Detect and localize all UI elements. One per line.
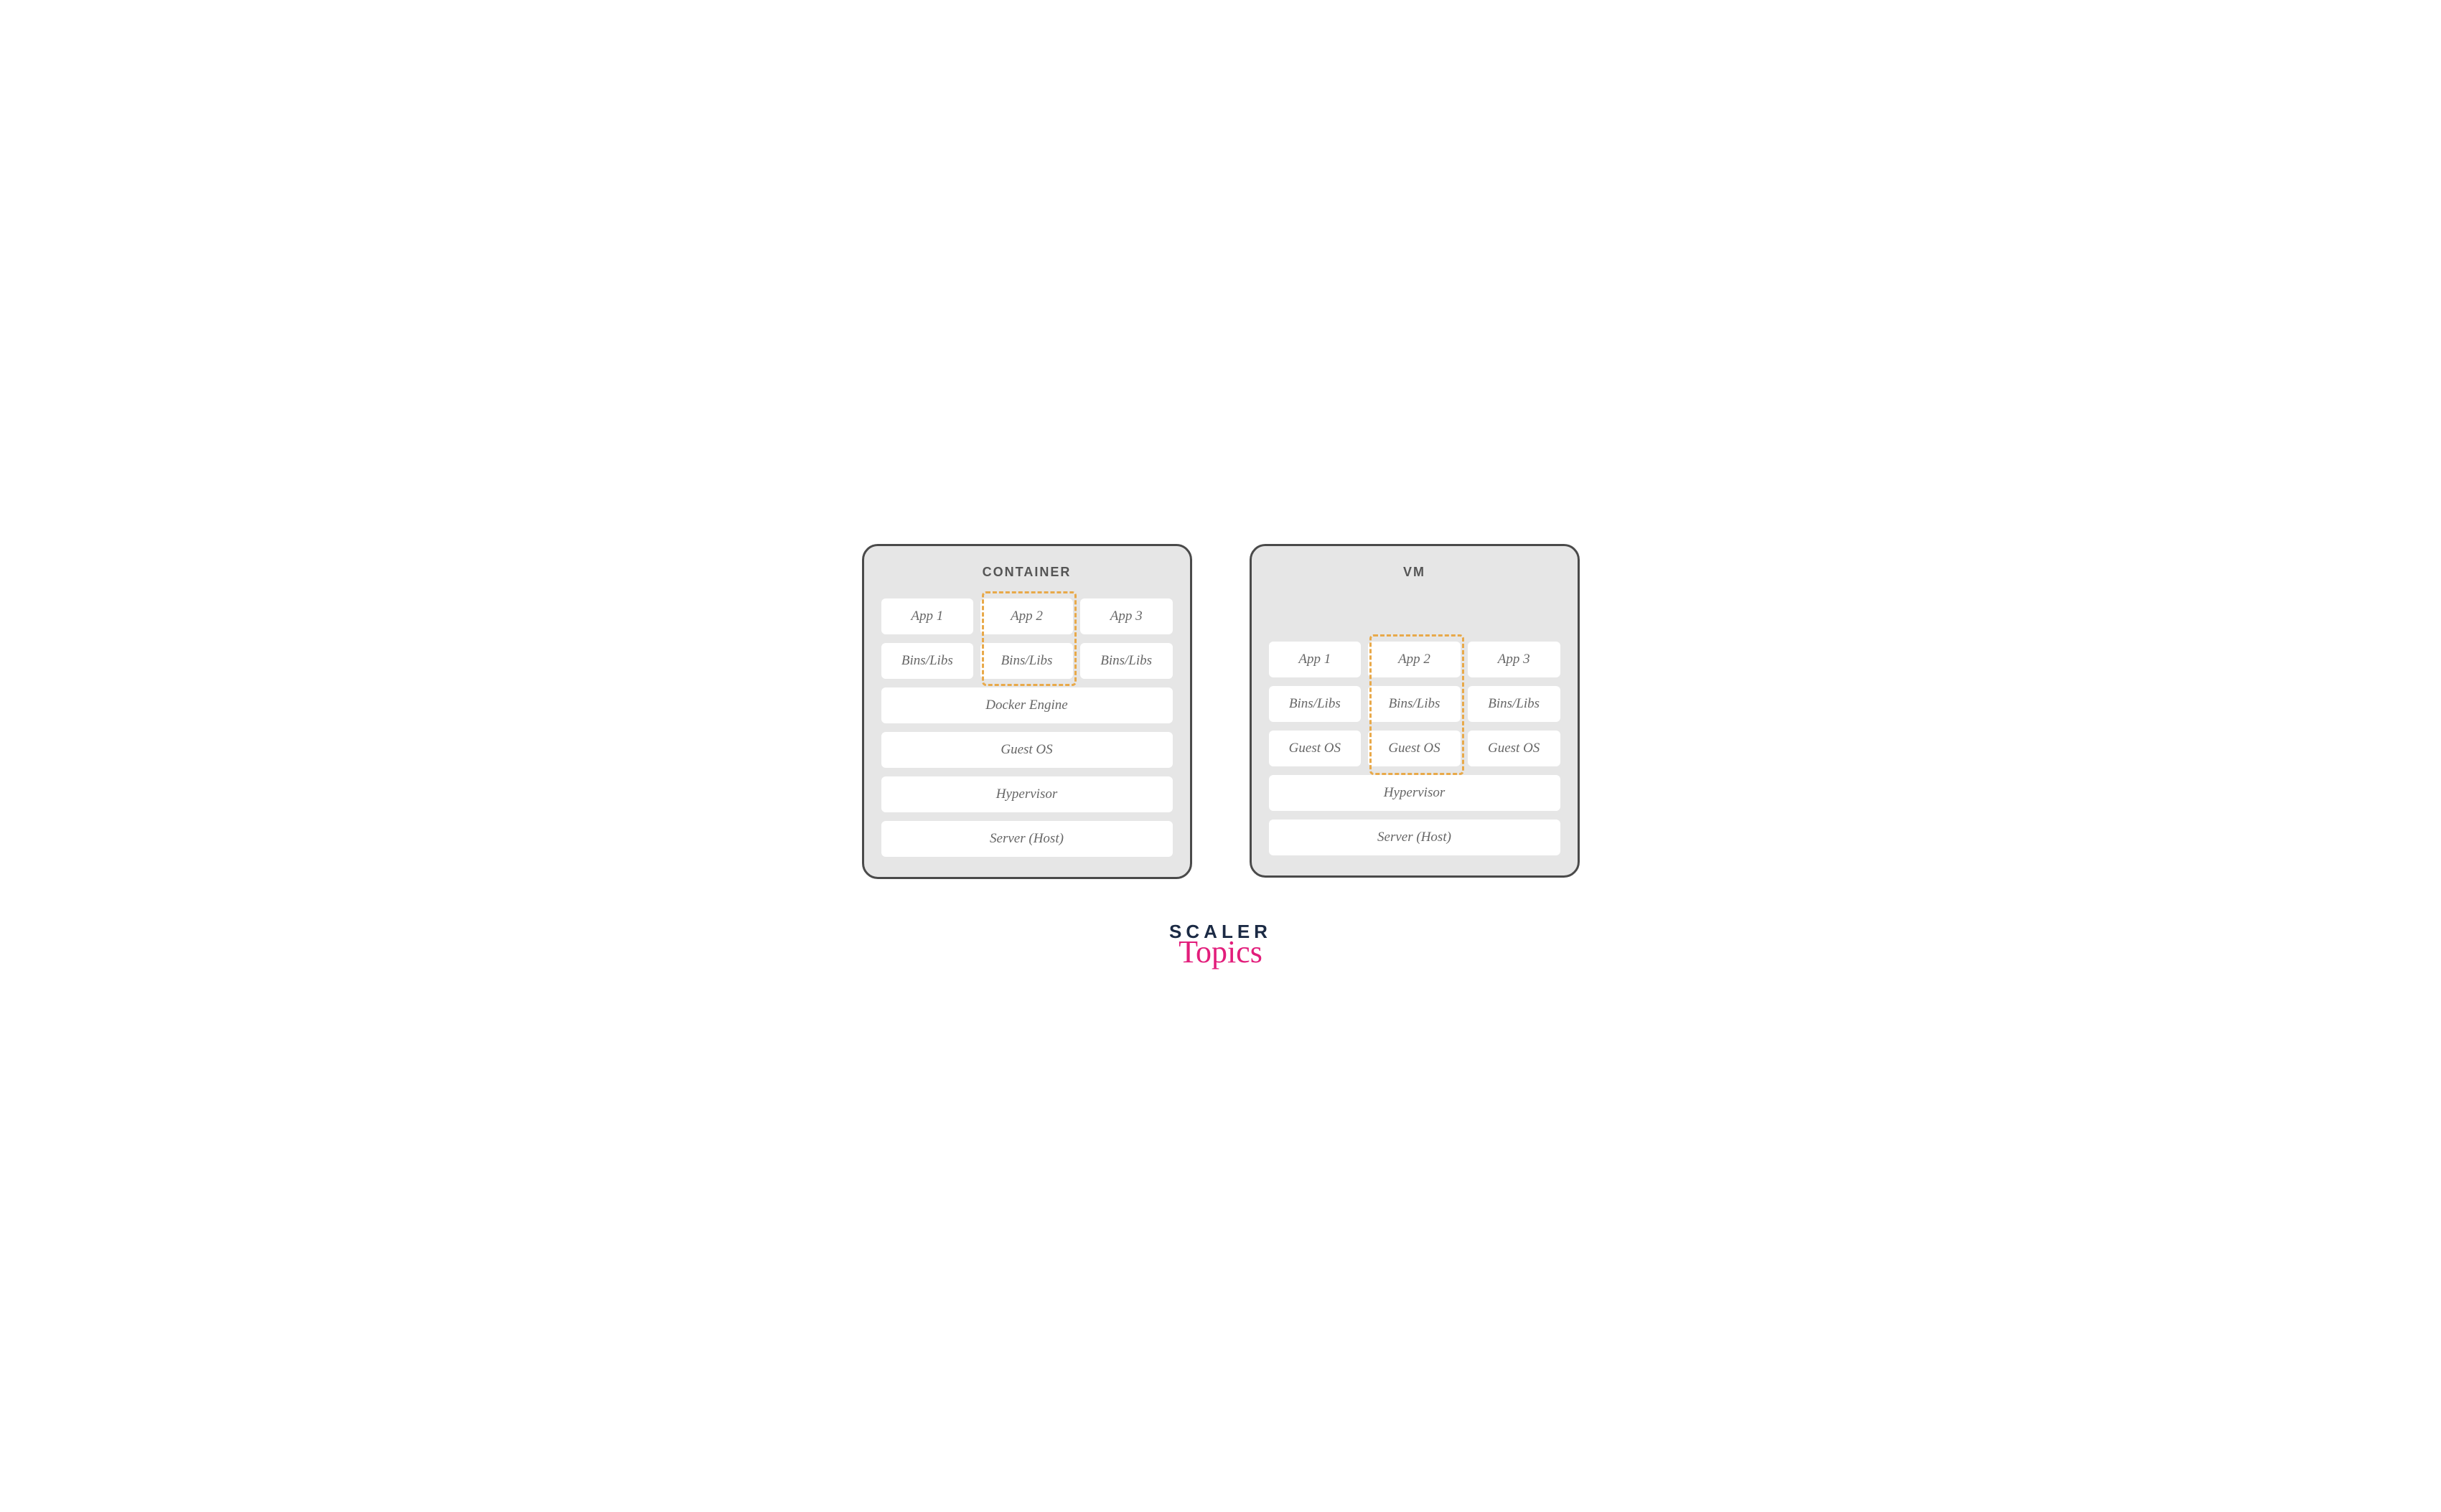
container-app-1: App 1 (881, 598, 974, 634)
vm-app-2: App 2 (1368, 642, 1461, 677)
vm-bins-3: Bins/Libs (1468, 686, 1560, 722)
container-layer-server-host: Server (Host) (881, 821, 1173, 857)
container-bins-row: Bins/Libs Bins/Libs Bins/Libs (881, 643, 1173, 679)
vm-os-1: Guest OS (1269, 731, 1362, 766)
vm-bins-2: Bins/Libs (1368, 686, 1461, 722)
vm-apps-row: App 1 App 2 App 3 (1269, 642, 1560, 677)
brand-logo: SCALER Topics (1169, 922, 1272, 968)
vm-os-3: Guest OS (1468, 731, 1560, 766)
container-bins-3: Bins/Libs (1080, 643, 1173, 679)
container-title: CONTAINER (881, 546, 1173, 598)
container-apps-row: App 1 App 2 App 3 (881, 598, 1173, 634)
vm-layer-hypervisor: Hypervisor (1269, 775, 1560, 811)
container-layer-docker-engine: Docker Engine (881, 687, 1173, 723)
vm-bins-1: Bins/Libs (1269, 686, 1362, 722)
diagram-row: CONTAINER App 1 App 2 App 3 Bins/Libs Bi… (862, 544, 1580, 879)
container-layer-guest-os: Guest OS (881, 732, 1173, 768)
vm-os-row: Guest OS Guest OS Guest OS (1269, 731, 1560, 766)
container-app-3: App 3 (1080, 598, 1173, 634)
container-panel: CONTAINER App 1 App 2 App 3 Bins/Libs Bi… (862, 544, 1192, 879)
container-bins-2: Bins/Libs (980, 643, 1073, 679)
vm-app-3: App 3 (1468, 642, 1560, 677)
vm-bins-row: Bins/Libs Bins/Libs Bins/Libs (1269, 686, 1560, 722)
vm-stack: App 1 App 2 App 3 Bins/Libs Bins/Libs Bi… (1269, 642, 1560, 855)
container-bins-1: Bins/Libs (881, 643, 974, 679)
container-app-2: App 2 (980, 598, 1073, 634)
vm-os-2: Guest OS (1368, 731, 1461, 766)
vm-title: VM (1269, 546, 1560, 598)
vm-layer-server-host: Server (Host) (1269, 820, 1560, 855)
vm-top-spacer (1269, 598, 1560, 642)
container-stack: App 1 App 2 App 3 Bins/Libs Bins/Libs Bi… (881, 598, 1173, 857)
container-layer-hypervisor: Hypervisor (881, 776, 1173, 812)
brand-line-2: Topics (1169, 936, 1272, 968)
vm-panel: VM App 1 App 2 App 3 Bins/Libs Bins/Libs… (1250, 544, 1580, 878)
vm-app-1: App 1 (1269, 642, 1362, 677)
